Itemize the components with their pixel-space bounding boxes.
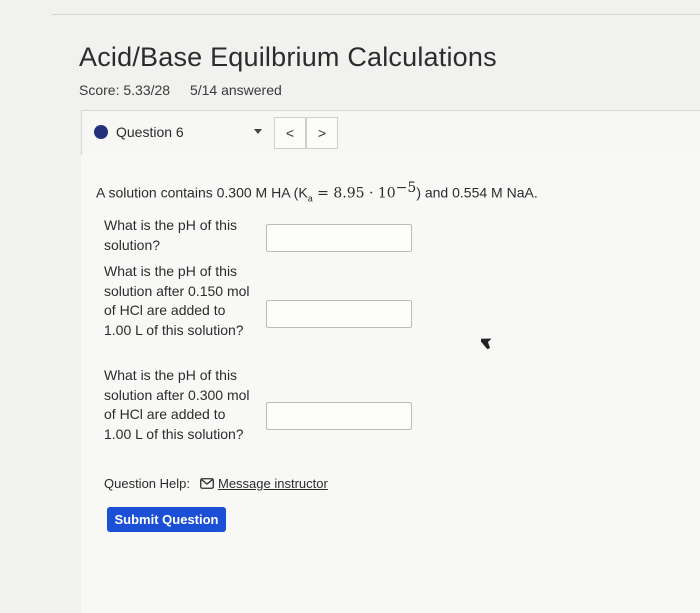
submit-question-button[interactable]: Submit Question [107,507,226,532]
previous-question-button[interactable]: < [274,117,306,149]
question-3-text: What is the pH of this solution after 0.… [104,367,250,442]
top-divider [52,14,700,15]
page-title: Acid/Base Equilbrium Calculations [79,42,497,72]
question-selector[interactable]: Question 6 [90,117,268,147]
question-1-text: What is the pH of this solution? [104,217,238,253]
question-help-label: Question Help: [104,476,190,491]
answer-input-3[interactable] [266,402,412,430]
problem-statement: A solution contains 0.300 M HA (Ka = 8.9… [96,180,538,203]
question-selector-label: Question 6 [116,124,184,140]
score-text: Score: 5.33/28 [79,82,171,98]
question-2-text: What is the pH of this solution after 0.… [104,263,250,338]
mail-icon[interactable] [200,478,214,489]
next-question-button[interactable]: > [306,117,338,149]
question-navigation-bar: Question 6 < > [81,110,700,156]
chevron-down-icon [254,129,262,134]
score-line: Score: 5.33/28 5/14 answered [79,82,282,98]
question-status-dot-icon [94,125,108,139]
ka-value: = 8.95 · 10 [312,185,396,202]
answer-input-2[interactable] [266,300,412,328]
problem-prefix: A solution contains 0.300 M HA (K [96,184,308,201]
message-instructor-link[interactable]: Message instructor [218,476,328,491]
question-help: Question Help: Message instructor [104,476,328,491]
problem-suffix: ) and 0.554 M NaA. [416,184,538,201]
ka-exponent: −5 [395,180,417,196]
answer-input-1[interactable] [266,224,412,252]
mouse-cursor-icon [481,338,492,349]
answered-count: 5/14 answered [189,82,282,98]
